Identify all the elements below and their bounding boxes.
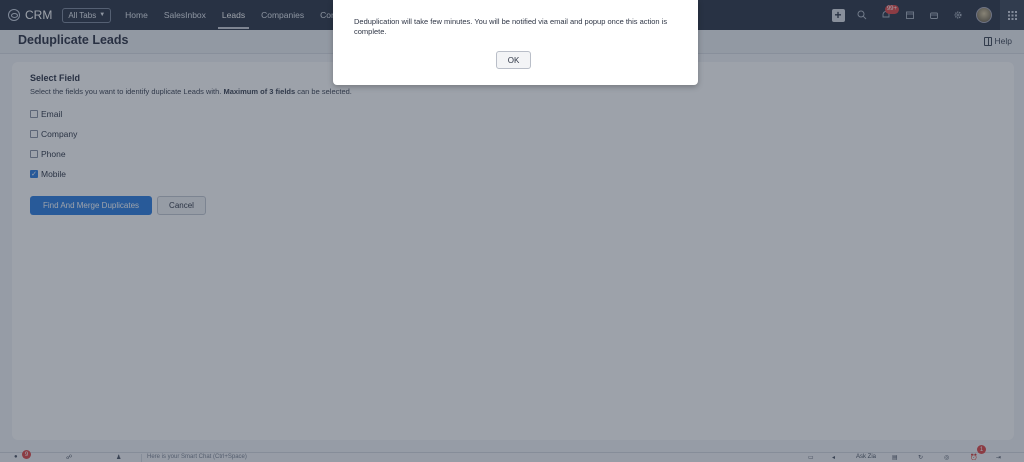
dedupe-notice-dialog: Deduplication will take few minutes. You… bbox=[333, 0, 698, 85]
ok-button[interactable]: OK bbox=[496, 51, 531, 69]
dialog-message: Deduplication will take few minutes. You… bbox=[354, 17, 668, 36]
